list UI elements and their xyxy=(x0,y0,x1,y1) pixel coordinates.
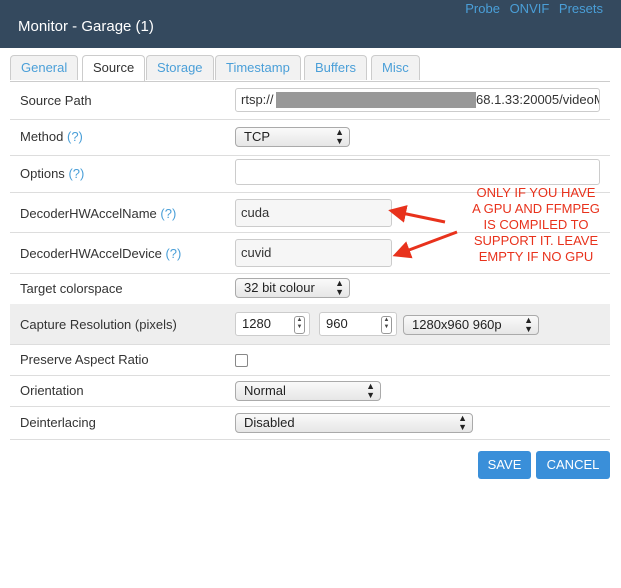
row-colorspace: Target colorspace 32 bit colour ▲ ▼ xyxy=(10,273,610,305)
method-help-link[interactable]: (?) xyxy=(67,129,83,144)
options-label: Options xyxy=(20,166,65,181)
annotation-line: IS COMPILED TO xyxy=(483,217,589,232)
deinterlacing-select[interactable]: Disabled ▲ ▼ xyxy=(235,413,473,433)
deinterlacing-label: Deinterlacing xyxy=(20,415,96,430)
annotation-line: SUPPORT IT. LEAVE xyxy=(473,233,599,248)
tab-buffers[interactable]: Buffers xyxy=(304,55,367,80)
row-source-path: Source Path rtsp:// 68.1.33:20005/videoM xyxy=(10,82,610,120)
row-capture-resolution: Capture Resolution (pixels) 1280 ▲ ▼ 960 … xyxy=(10,304,610,345)
tab-general[interactable]: General xyxy=(10,55,79,80)
decoder-name-help-link[interactable]: (?) xyxy=(160,206,176,221)
row-orientation: Orientation Normal ▲ ▼ xyxy=(10,375,610,407)
aspect-ratio-checkbox[interactable] xyxy=(235,354,248,367)
method-label: Method xyxy=(20,129,64,144)
method-value: TCP xyxy=(244,129,270,144)
select-arrows-icon: ▲ ▼ xyxy=(366,381,375,400)
decoder-device-help-link[interactable]: (?) xyxy=(165,246,181,261)
save-button[interactable]: SAVE xyxy=(478,451,531,479)
capture-resolution-label: Capture Resolution (pixels) xyxy=(20,317,177,332)
orientation-label: Orientation xyxy=(20,383,84,398)
decoder-device-label-wrap: DecoderHWAccelDevice (?) xyxy=(20,246,181,261)
title-bar: Monitor - Garage (1) Probe ONVIF Presets xyxy=(0,0,621,48)
onvif-link[interactable]: ONVIF xyxy=(510,1,550,16)
top-links: Probe ONVIF Presets xyxy=(459,1,603,16)
decoder-name-input[interactable]: cuda xyxy=(235,199,392,227)
tab-storage[interactable]: Storage xyxy=(146,55,214,80)
options-input[interactable] xyxy=(235,159,600,185)
source-path-label: Source Path xyxy=(20,93,92,108)
tab-misc[interactable]: Misc xyxy=(371,55,420,80)
options-label-wrap: Options (?) xyxy=(20,166,84,181)
capture-height-input[interactable]: 960 ▲ ▼ xyxy=(319,312,397,336)
options-help-link[interactable]: (?) xyxy=(68,166,84,181)
colorspace-label: Target colorspace xyxy=(20,281,123,296)
aspect-ratio-label: Preserve Aspect Ratio xyxy=(20,352,149,367)
arrow-to-decoder-device-icon xyxy=(392,230,458,259)
method-label-wrap: Method (?) xyxy=(20,129,83,144)
row-deinterlacing: Deinterlacing Disabled ▲ ▼ xyxy=(10,406,610,440)
source-path-prefix: rtsp:// xyxy=(241,92,274,107)
colorspace-value: 32 bit colour xyxy=(244,280,315,295)
decoder-name-label: DecoderHWAccelName xyxy=(20,206,157,221)
capture-width-input[interactable]: 1280 ▲ ▼ xyxy=(235,312,310,336)
select-arrows-icon: ▲ ▼ xyxy=(335,278,344,297)
tab-timestamp[interactable]: Timestamp xyxy=(215,55,301,80)
annotation-arrows xyxy=(388,205,458,259)
source-path-suffix: 68.1.33:20005/videoM xyxy=(476,92,600,107)
colorspace-select[interactable]: 32 bit colour ▲ ▼ xyxy=(235,278,350,298)
tab-source[interactable]: Source xyxy=(82,55,146,81)
row-method: Method (?) TCP ▲ ▼ xyxy=(10,119,610,156)
annotation-line: ONLY IF YOU HAVE xyxy=(476,185,596,200)
select-arrows-icon: ▲ ▼ xyxy=(458,413,467,432)
annotation-line: EMPTY IF NO GPU xyxy=(478,249,594,264)
annotation-line: A GPU AND FFMPEG xyxy=(472,201,600,216)
decoder-name-label-wrap: DecoderHWAccelName (?) xyxy=(20,206,176,221)
orientation-value: Normal xyxy=(244,383,286,398)
source-path-input[interactable]: rtsp:// 68.1.33:20005/videoM xyxy=(235,88,600,112)
select-arrows-icon: ▲ ▼ xyxy=(335,127,344,146)
cancel-button[interactable]: CANCEL xyxy=(536,451,610,479)
tab-bar: General Source Storage Timestamp Buffers… xyxy=(10,55,610,82)
probe-link[interactable]: Probe xyxy=(465,1,500,16)
stepper-icon[interactable]: ▲ ▼ xyxy=(381,316,392,334)
capture-width-value: 1280 xyxy=(242,316,271,331)
capture-preset-value: 1280x960 960p xyxy=(412,317,502,332)
arrow-to-decoder-name-icon xyxy=(388,205,446,224)
select-arrows-icon: ▲ ▼ xyxy=(524,315,533,334)
decoder-device-label: DecoderHWAccelDevice xyxy=(20,246,162,261)
gpu-annotation: ONLY IF YOU HAVE A GPU AND FFMPEG IS COM… xyxy=(466,185,606,265)
deinterlacing-value: Disabled xyxy=(244,415,295,430)
stepper-icon[interactable]: ▲ ▼ xyxy=(294,316,305,334)
capture-preset-select[interactable]: 1280x960 960p ▲ ▼ xyxy=(403,315,539,335)
presets-link[interactable]: Presets xyxy=(559,1,603,16)
capture-height-value: 960 xyxy=(326,316,348,331)
orientation-select[interactable]: Normal ▲ ▼ xyxy=(235,381,381,401)
row-aspect-ratio: Preserve Aspect Ratio xyxy=(10,344,610,376)
decoder-device-input[interactable]: cuvid xyxy=(235,239,392,267)
redaction-mask xyxy=(276,92,476,108)
method-select[interactable]: TCP ▲ ▼ xyxy=(235,127,350,147)
window-title: Monitor - Garage (1) xyxy=(18,18,154,35)
